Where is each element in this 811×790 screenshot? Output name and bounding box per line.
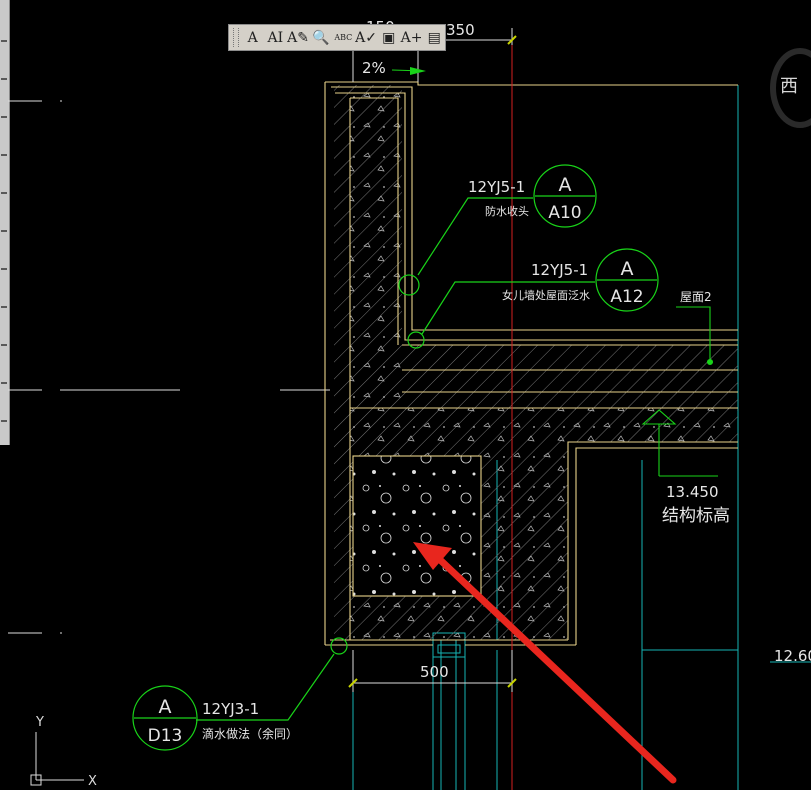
callout-a12-ref: 12YJ5-1 bbox=[531, 261, 588, 279]
text-justify-icon[interactable]: A+ bbox=[401, 27, 423, 49]
find-replace-icon[interactable]: 🔍 bbox=[310, 27, 332, 49]
elevation-label: 结构标高 bbox=[662, 506, 730, 526]
callout-a10-bottom: A10 bbox=[548, 203, 581, 223]
callout-d13-ref: 12YJ3-1 bbox=[202, 700, 259, 718]
text-scale-icon[interactable]: ▣ bbox=[378, 27, 400, 49]
text-multiline-icon[interactable]: AI bbox=[265, 27, 287, 49]
callout-a10-ref: 12YJ5-1 bbox=[468, 178, 525, 196]
roof-label: 屋面2 bbox=[680, 290, 712, 304]
text-single-line-icon[interactable]: A bbox=[242, 27, 264, 49]
callout-d13-bottom: D13 bbox=[148, 726, 183, 746]
text-toolbar[interactable]: A AI A✎ 🔍 ABC A✓ ▣ A+ ▤ bbox=[228, 24, 446, 51]
slope-arrow bbox=[391, 67, 426, 75]
concrete-sections bbox=[334, 85, 738, 640]
text-edit-icon[interactable]: A✎ bbox=[287, 27, 309, 49]
toolbar-grip[interactable] bbox=[233, 28, 239, 47]
callout-a12-desc: 女儿墙处屋面泛水 bbox=[502, 288, 590, 302]
callout-a12-top: A bbox=[621, 258, 634, 280]
viewcube-west-label[interactable]: 西 bbox=[780, 72, 798, 98]
cad-drawing-canvas[interactable]: 150 350 2% 12YJ5-1 防水收头 A A10 12YJ5-1 女儿… bbox=[0, 0, 811, 790]
elevation-value: 13.450 bbox=[666, 483, 719, 501]
callout-d13-top: A bbox=[159, 696, 172, 718]
callout-a12-bottom: A12 bbox=[610, 287, 643, 307]
elevation-right: 12.60 bbox=[774, 647, 811, 665]
text-style-icon[interactable]: A✓ bbox=[355, 27, 377, 49]
ucs-y: Y bbox=[35, 715, 44, 730]
dim-bottom: 500 bbox=[420, 663, 449, 681]
axis-ticks bbox=[8, 100, 330, 634]
dim-top-b: 350 bbox=[446, 21, 475, 39]
ucs-icon bbox=[30, 732, 84, 786]
callout-d13-desc: 滴水做法（余同） bbox=[202, 726, 298, 741]
slope-label: 2% bbox=[362, 59, 386, 77]
text-frame-icon[interactable]: ▤ bbox=[423, 27, 445, 49]
spell-check-icon[interactable]: ABC bbox=[333, 27, 355, 49]
callout-a10-desc: 防水收头 bbox=[485, 204, 529, 218]
callout-a10-top: A bbox=[559, 174, 572, 196]
ucs-x: X bbox=[88, 774, 97, 789]
